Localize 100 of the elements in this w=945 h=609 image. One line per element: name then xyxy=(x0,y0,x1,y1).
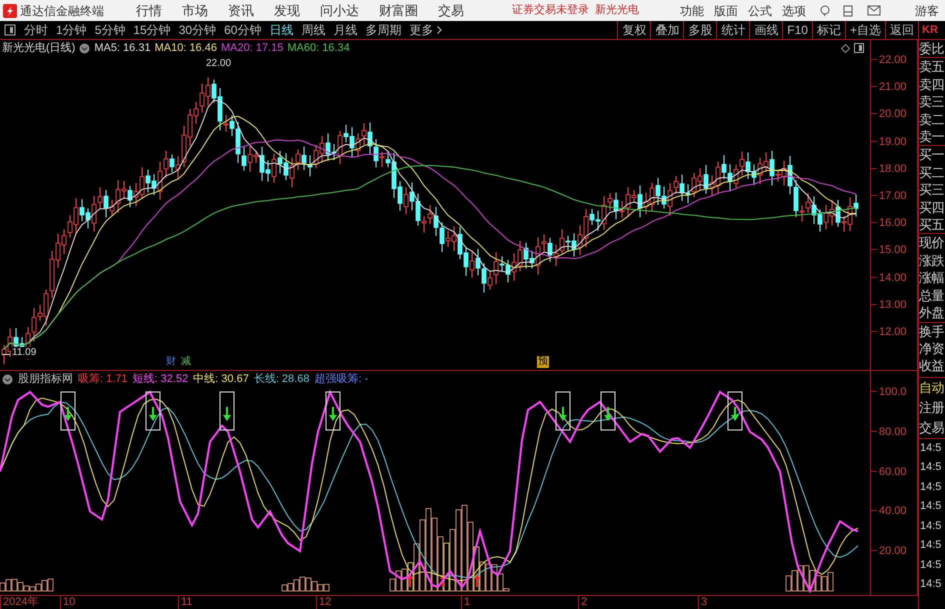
menu-item[interactable]: 功能 xyxy=(675,2,709,20)
event-marker[interactable]: 预 xyxy=(537,356,549,368)
indicator-title: 股朋指标网 xyxy=(18,372,73,387)
indicator-value: 短线: 32.52 xyxy=(132,372,188,387)
signal-box-drawing xyxy=(600,392,616,430)
quote-field-label: 总量 xyxy=(919,286,945,304)
signal-box-drawing xyxy=(220,392,234,430)
indicator-value: 中线: 30.67 xyxy=(193,372,249,387)
toolbar-button[interactable]: F10 xyxy=(782,21,812,39)
toolbar-button[interactable]: 返回 xyxy=(885,21,918,39)
quote-field-label: 买二 xyxy=(919,164,945,182)
trade-time: 14:5 xyxy=(919,577,942,592)
time-axis-label: 10 xyxy=(60,596,76,609)
period-tab[interactable]: 30分钟 xyxy=(174,21,220,39)
axis-tick-label: 100.0 xyxy=(879,385,907,399)
login-notice[interactable]: 证券交易未登录 xyxy=(512,2,589,19)
quote-field-label: 卖三 xyxy=(919,93,945,111)
quote-field-label: 涨幅 xyxy=(919,269,945,287)
app-logo-icon xyxy=(3,4,17,18)
toolbar-button[interactable]: 标记 xyxy=(812,21,845,39)
period-tab[interactable]: 更多 xyxy=(405,21,438,39)
up-arrow-icon xyxy=(474,573,480,587)
quote-field-label: 卖一 xyxy=(919,128,945,146)
signal-box-drawing xyxy=(326,392,340,430)
axis-tick-label: 40.00 xyxy=(879,504,907,518)
period-tab[interactable]: 1分钟 xyxy=(52,21,91,39)
axis-tick-label: 21.00 xyxy=(879,80,907,94)
mail-icon[interactable] xyxy=(867,5,881,16)
period-tab[interactable]: 15分钟 xyxy=(129,21,175,39)
signal-box-drawing xyxy=(556,392,570,430)
menu-item[interactable]: 市场 xyxy=(172,0,218,20)
menu-item[interactable]: 公式 xyxy=(743,2,777,20)
menu-item[interactable]: 发现 xyxy=(264,0,310,20)
toolbar-button[interactable]: 画线 xyxy=(749,21,782,39)
axis-tick-label: 22.00 xyxy=(879,53,907,67)
sidebar-toggle-icon[interactable] xyxy=(4,24,16,36)
menu-item[interactable]: 问小达 xyxy=(310,0,369,20)
app-title: 通达信金融终端 xyxy=(20,2,104,20)
time-axis-label: 11 xyxy=(178,596,192,609)
toolbar-button[interactable]: 叠加 xyxy=(650,21,684,39)
toolbar-button[interactable]: +自选 xyxy=(844,21,885,39)
user-label[interactable]: 游客 xyxy=(915,2,939,20)
trade-time: 14:5 xyxy=(919,499,942,514)
quote-field-label: 卖四 xyxy=(919,76,945,94)
menu-item[interactable]: 行情 xyxy=(126,0,172,20)
axis-tick-label: 15.00 xyxy=(879,243,907,258)
axis-tick-label: 60.00 xyxy=(879,464,907,479)
panel-tab[interactable]: 交易 xyxy=(919,418,945,438)
chat-icon[interactable] xyxy=(819,4,831,16)
menu-item[interactable]: 选项 xyxy=(777,2,811,20)
panel-tab[interactable]: 自动 xyxy=(919,378,945,398)
quote-field-label: 买四 xyxy=(919,198,945,216)
toolbar-button[interactable]: 多股 xyxy=(683,21,716,39)
event-marker[interactable]: 财 xyxy=(165,356,177,368)
panel-icon[interactable] xyxy=(854,43,864,53)
low-price-label: 11.09 xyxy=(11,347,38,359)
dropdown-icon[interactable] xyxy=(2,374,13,384)
leader-line xyxy=(2,352,10,357)
period-tab[interactable]: 60分钟 xyxy=(220,21,266,39)
period-tab[interactable]: 周线 xyxy=(297,21,330,39)
period-tab[interactable]: 月线 xyxy=(329,21,362,39)
axis-tick-label: 18.00 xyxy=(879,162,907,176)
quote-field-label: 净资 xyxy=(919,340,945,358)
indicator-value: 吸筹: 1.71 xyxy=(78,372,128,387)
menu-item[interactable]: 资讯 xyxy=(218,0,264,20)
quote-field-label: 买三 xyxy=(919,181,945,199)
axis-tick-label: 16.00 xyxy=(879,216,907,230)
ma-value: MA5: 16.31 xyxy=(94,40,151,56)
toolbar-button[interactable]: 统计 xyxy=(716,21,750,39)
period-tab[interactable]: 多周期 xyxy=(361,21,406,39)
up-arrow-icon xyxy=(407,573,413,587)
period-tab[interactable]: 分时 xyxy=(20,21,52,39)
quote-field-label: 买五 xyxy=(919,216,945,234)
chart-title: 新光光电(日线) xyxy=(2,40,76,56)
quote-field-label: 换手 xyxy=(919,322,945,340)
signal-box-drawing xyxy=(60,392,76,430)
toolbar-button[interactable]: 复权 xyxy=(617,21,650,39)
axis-tick-label: 14.00 xyxy=(879,270,907,284)
quote-field-label: 卖二 xyxy=(919,110,945,128)
period-tab[interactable]: 5分钟 xyxy=(90,21,130,39)
indicator-value: 超强吸筹: - xyxy=(314,372,368,387)
event-marker[interactable]: 减 xyxy=(180,356,192,368)
quote-field-label: 现价 xyxy=(919,234,945,252)
diamond-icon[interactable] xyxy=(841,44,850,52)
indicator-value: 长线: 28.68 xyxy=(254,372,310,387)
stock-name[interactable]: 新光光电 xyxy=(595,2,639,19)
dropdown-icon[interactable] xyxy=(79,42,90,54)
time-axis-label: 12 xyxy=(316,596,332,609)
period-tab[interactable]: 日线 xyxy=(265,21,298,39)
time-axis-label: 3 xyxy=(698,596,708,609)
panel-tab[interactable]: 注册 xyxy=(919,398,945,418)
quote-field-label: 买一 xyxy=(919,146,945,164)
ma-value: MA60: 16.34 xyxy=(287,40,350,56)
menu-item[interactable]: 交易 xyxy=(428,0,474,20)
ma-value: MA20: 17.15 xyxy=(220,40,284,56)
panel-tab[interactable]: KR xyxy=(918,21,945,39)
trade-time: 14:5 xyxy=(919,558,942,573)
time-axis-label: 2024年 xyxy=(0,596,38,609)
menu-item[interactable]: 财富圈 xyxy=(369,0,428,20)
menu-item[interactable]: 版面 xyxy=(709,2,743,20)
